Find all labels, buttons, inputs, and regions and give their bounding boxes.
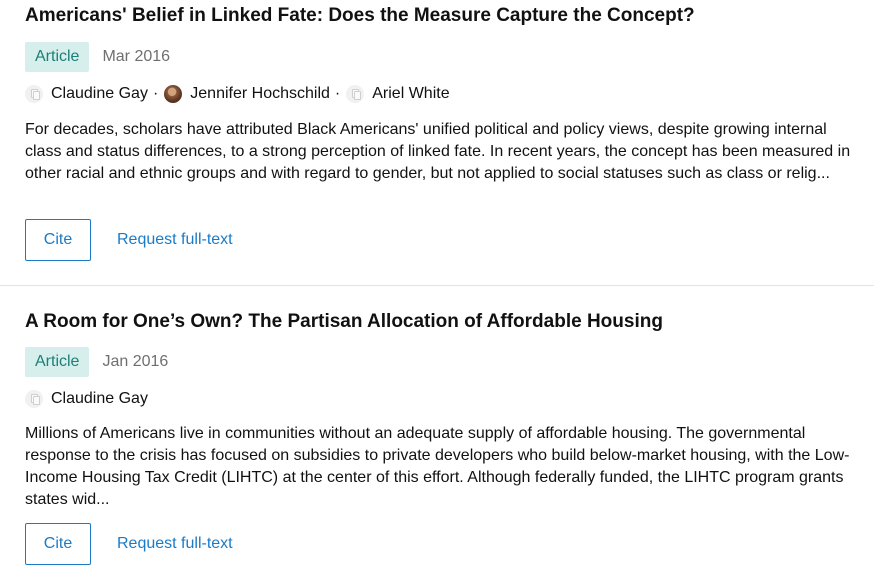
cite-button[interactable]: Cite <box>25 523 91 565</box>
publication-item: Americans' Belief in Linked Fate: Does t… <box>0 0 874 286</box>
publication-abstract: For decades, scholars have attributed Bl… <box>25 121 851 182</box>
publication-abstract: Millions of Americans live in communitie… <box>25 425 850 508</box>
publication-date: Jan 2016 <box>102 353 169 370</box>
author-link[interactable]: Jennifer Hochschild <box>190 85 330 103</box>
author-link[interactable]: Claudine Gay <box>51 85 148 103</box>
publication-title[interactable]: A Room for One’s Own? The Partisan Alloc… <box>25 311 663 333</box>
placeholder-avatar-icon <box>346 85 365 103</box>
publication-meta: Article Jan 2016 <box>25 347 168 377</box>
type-badge: Article <box>25 347 90 377</box>
author-list: Claudine Gay <box>25 390 148 408</box>
type-badge: Article <box>25 42 90 72</box>
author-photo-avatar <box>164 85 183 103</box>
cite-button[interactable]: Cite <box>25 219 91 261</box>
author-link[interactable]: Ariel White <box>372 85 449 103</box>
request-full-text-link[interactable]: Request full-text <box>117 231 233 249</box>
author-link[interactable]: Claudine Gay <box>51 390 148 408</box>
publication-date: Mar 2016 <box>102 48 171 65</box>
publication-meta: Article Mar 2016 <box>25 42 170 72</box>
author-separator: · <box>152 85 159 102</box>
author-list: Claudine Gay · Jennifer Hochschild · Ari… <box>25 85 450 103</box>
publication-actions: Cite Request full-text <box>25 219 233 261</box>
request-full-text-link[interactable]: Request full-text <box>117 535 233 553</box>
placeholder-avatar-icon <box>25 390 43 408</box>
placeholder-avatar-icon <box>25 85 43 103</box>
author-separator: · <box>334 85 341 102</box>
publication-title[interactable]: Americans' Belief in Linked Fate: Does t… <box>25 5 695 27</box>
publication-actions: Cite Request full-text <box>25 523 233 565</box>
publication-item: A Room for One’s Own? The Partisan Alloc… <box>0 286 874 580</box>
